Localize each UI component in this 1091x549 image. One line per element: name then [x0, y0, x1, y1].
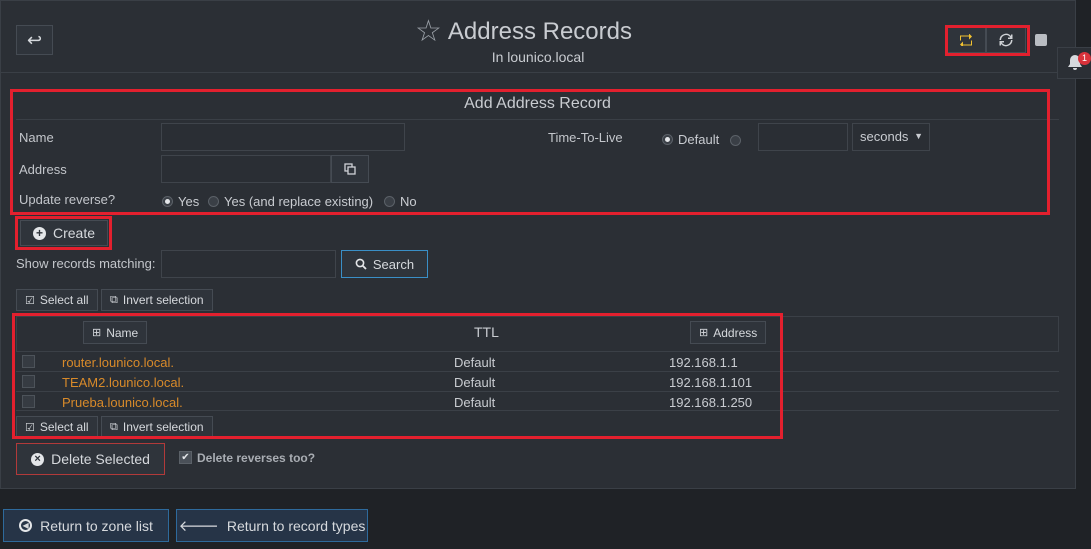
plus-circle-icon: +: [33, 226, 46, 240]
sync-button[interactable]: [946, 27, 986, 53]
record-address: 192.168.1.101: [669, 375, 753, 390]
select-all-label: Select all: [39, 293, 89, 307]
notification-badge: 1: [1078, 52, 1091, 65]
copy-icon: [344, 163, 356, 175]
reverse-replace-radio[interactable]: Yes (and replace existing): [208, 194, 373, 209]
refresh-icon: [999, 33, 1013, 47]
external-edit-icon: ⧉: [110, 420, 118, 433]
return-zone-list-label: Return to zone list: [40, 517, 153, 534]
back-button[interactable]: ↩: [16, 25, 53, 55]
radio-empty-icon: [208, 196, 219, 207]
create-label: Create: [53, 225, 96, 241]
update-reverse-label: Update reverse?: [19, 192, 116, 207]
check-square-icon: ☑: [25, 421, 35, 434]
invert-label: Invert selection: [122, 420, 204, 434]
sort-name-button[interactable]: ⊞ Name: [83, 321, 148, 344]
record-ttl: Default: [454, 395, 496, 410]
ttl-unit-select[interactable]: seconds ▼: [852, 123, 930, 151]
table-row: router.lounico.local. Default 192.168.1.…: [16, 351, 1059, 371]
delete-selected-label: Delete Selected: [51, 451, 150, 467]
select-all-bottom-button[interactable]: ☑ Select all: [16, 416, 98, 438]
radio-checked-icon: [162, 196, 173, 207]
reverse-no-radio[interactable]: No: [384, 194, 417, 209]
sort-address-button[interactable]: ⊞ Address: [690, 321, 767, 344]
return-record-types-label: Return to record types: [226, 517, 366, 534]
reverse-replace-label: Yes (and replace existing): [224, 194, 374, 209]
row-checkbox[interactable]: [22, 395, 35, 408]
search-input[interactable]: [161, 250, 336, 278]
record-address: 192.168.1.1: [669, 355, 738, 370]
address-input[interactable]: [161, 155, 331, 183]
search-button-label: Search: [372, 256, 415, 272]
radio-empty-icon: [730, 135, 741, 146]
radio-empty-icon: [384, 196, 395, 207]
table-row: TEAM2.lounico.local. Default 192.168.1.1…: [16, 371, 1059, 391]
name-input[interactable]: [161, 123, 405, 151]
delete-selected-button[interactable]: × Delete Selected: [16, 443, 165, 475]
search-label: Show records matching:: [16, 256, 156, 271]
table-header: [16, 316, 1059, 352]
check-square-icon: ☑: [25, 294, 35, 307]
return-zone-list-button[interactable]: ◀ Return to zone list: [3, 509, 169, 542]
external-edit-icon: ⧉: [110, 293, 118, 306]
star-icon[interactable]: ☆: [415, 17, 442, 47]
reverse-no-label: No: [400, 194, 417, 209]
select-all-top-button[interactable]: ☑ Select all: [16, 289, 98, 311]
arrow-left-icon: 🡐: [178, 518, 219, 535]
title-wrap: ☆ Address Records: [415, 16, 675, 48]
row-checkbox[interactable]: [22, 375, 35, 388]
form-title: Add Address Record: [16, 92, 1059, 120]
radio-checked-icon: [662, 134, 673, 145]
invert-label: Invert selection: [122, 293, 204, 307]
retweet-icon: [960, 34, 972, 46]
table-row: Prueba.lounico.local. Default 192.168.1.…: [16, 391, 1059, 411]
col-ttl-header: TTL: [474, 324, 499, 340]
record-address: 192.168.1.250: [669, 395, 753, 410]
ttl-custom-radio[interactable]: [730, 132, 746, 150]
record-ttl: Default: [454, 375, 496, 390]
address-picker-button[interactable]: [331, 155, 369, 183]
return-arrow-icon: ↩: [26, 29, 43, 50]
notifications-button[interactable]: 1: [1057, 47, 1091, 79]
ttl-default-radio[interactable]: Default: [662, 132, 719, 147]
select-all-label: Select all: [39, 420, 89, 434]
search-icon: [355, 258, 367, 270]
record-name-link[interactable]: router.lounico.local.: [62, 355, 174, 370]
delete-reverses-label: Delete reverses too?: [197, 451, 316, 465]
record-name-link[interactable]: Prueba.lounico.local.: [62, 395, 183, 410]
search-button[interactable]: Search: [341, 250, 428, 278]
caret-down-icon: ▼: [914, 131, 923, 141]
return-record-types-button[interactable]: 🡐 Return to record types: [176, 509, 368, 542]
reverse-yes-radio[interactable]: Yes: [162, 194, 199, 209]
create-button[interactable]: + Create: [20, 220, 108, 246]
invert-selection-top-button[interactable]: ⧉ Invert selection: [101, 289, 213, 311]
invert-selection-bottom-button[interactable]: ⧉ Invert selection: [101, 416, 213, 438]
col-address-label: Address: [713, 325, 758, 340]
address-label: Address: [19, 162, 67, 177]
page-title: Address Records: [447, 18, 632, 45]
ttl-default-label: Default: [678, 132, 720, 147]
page-subtitle: In lounico.local: [491, 49, 585, 65]
ttl-unit-value: seconds: [860, 129, 909, 144]
ttl-label: Time-To-Live: [548, 130, 623, 145]
reverse-yes-label: Yes: [178, 194, 200, 209]
record-ttl: Default: [454, 355, 496, 370]
name-label: Name: [19, 130, 54, 145]
record-name-link[interactable]: TEAM2.lounico.local.: [62, 375, 184, 390]
arrow-circle-left-icon: ◀: [19, 519, 33, 532]
ttl-seconds-input[interactable]: [758, 123, 848, 151]
plus-square-icon: ⊞: [699, 327, 709, 339]
plus-square-icon: ⊞: [92, 327, 102, 339]
col-name-label: Name: [106, 325, 139, 340]
refresh-button[interactable]: [986, 27, 1026, 53]
page-header: ↩ ☆ Address Records In lounico.local: [0, 0, 1076, 73]
row-checkbox[interactable]: [22, 355, 35, 368]
times-circle-icon: ×: [31, 452, 45, 466]
delete-reverses-checkbox[interactable]: ✔: [179, 451, 192, 464]
stop-square-icon[interactable]: [1035, 34, 1047, 46]
